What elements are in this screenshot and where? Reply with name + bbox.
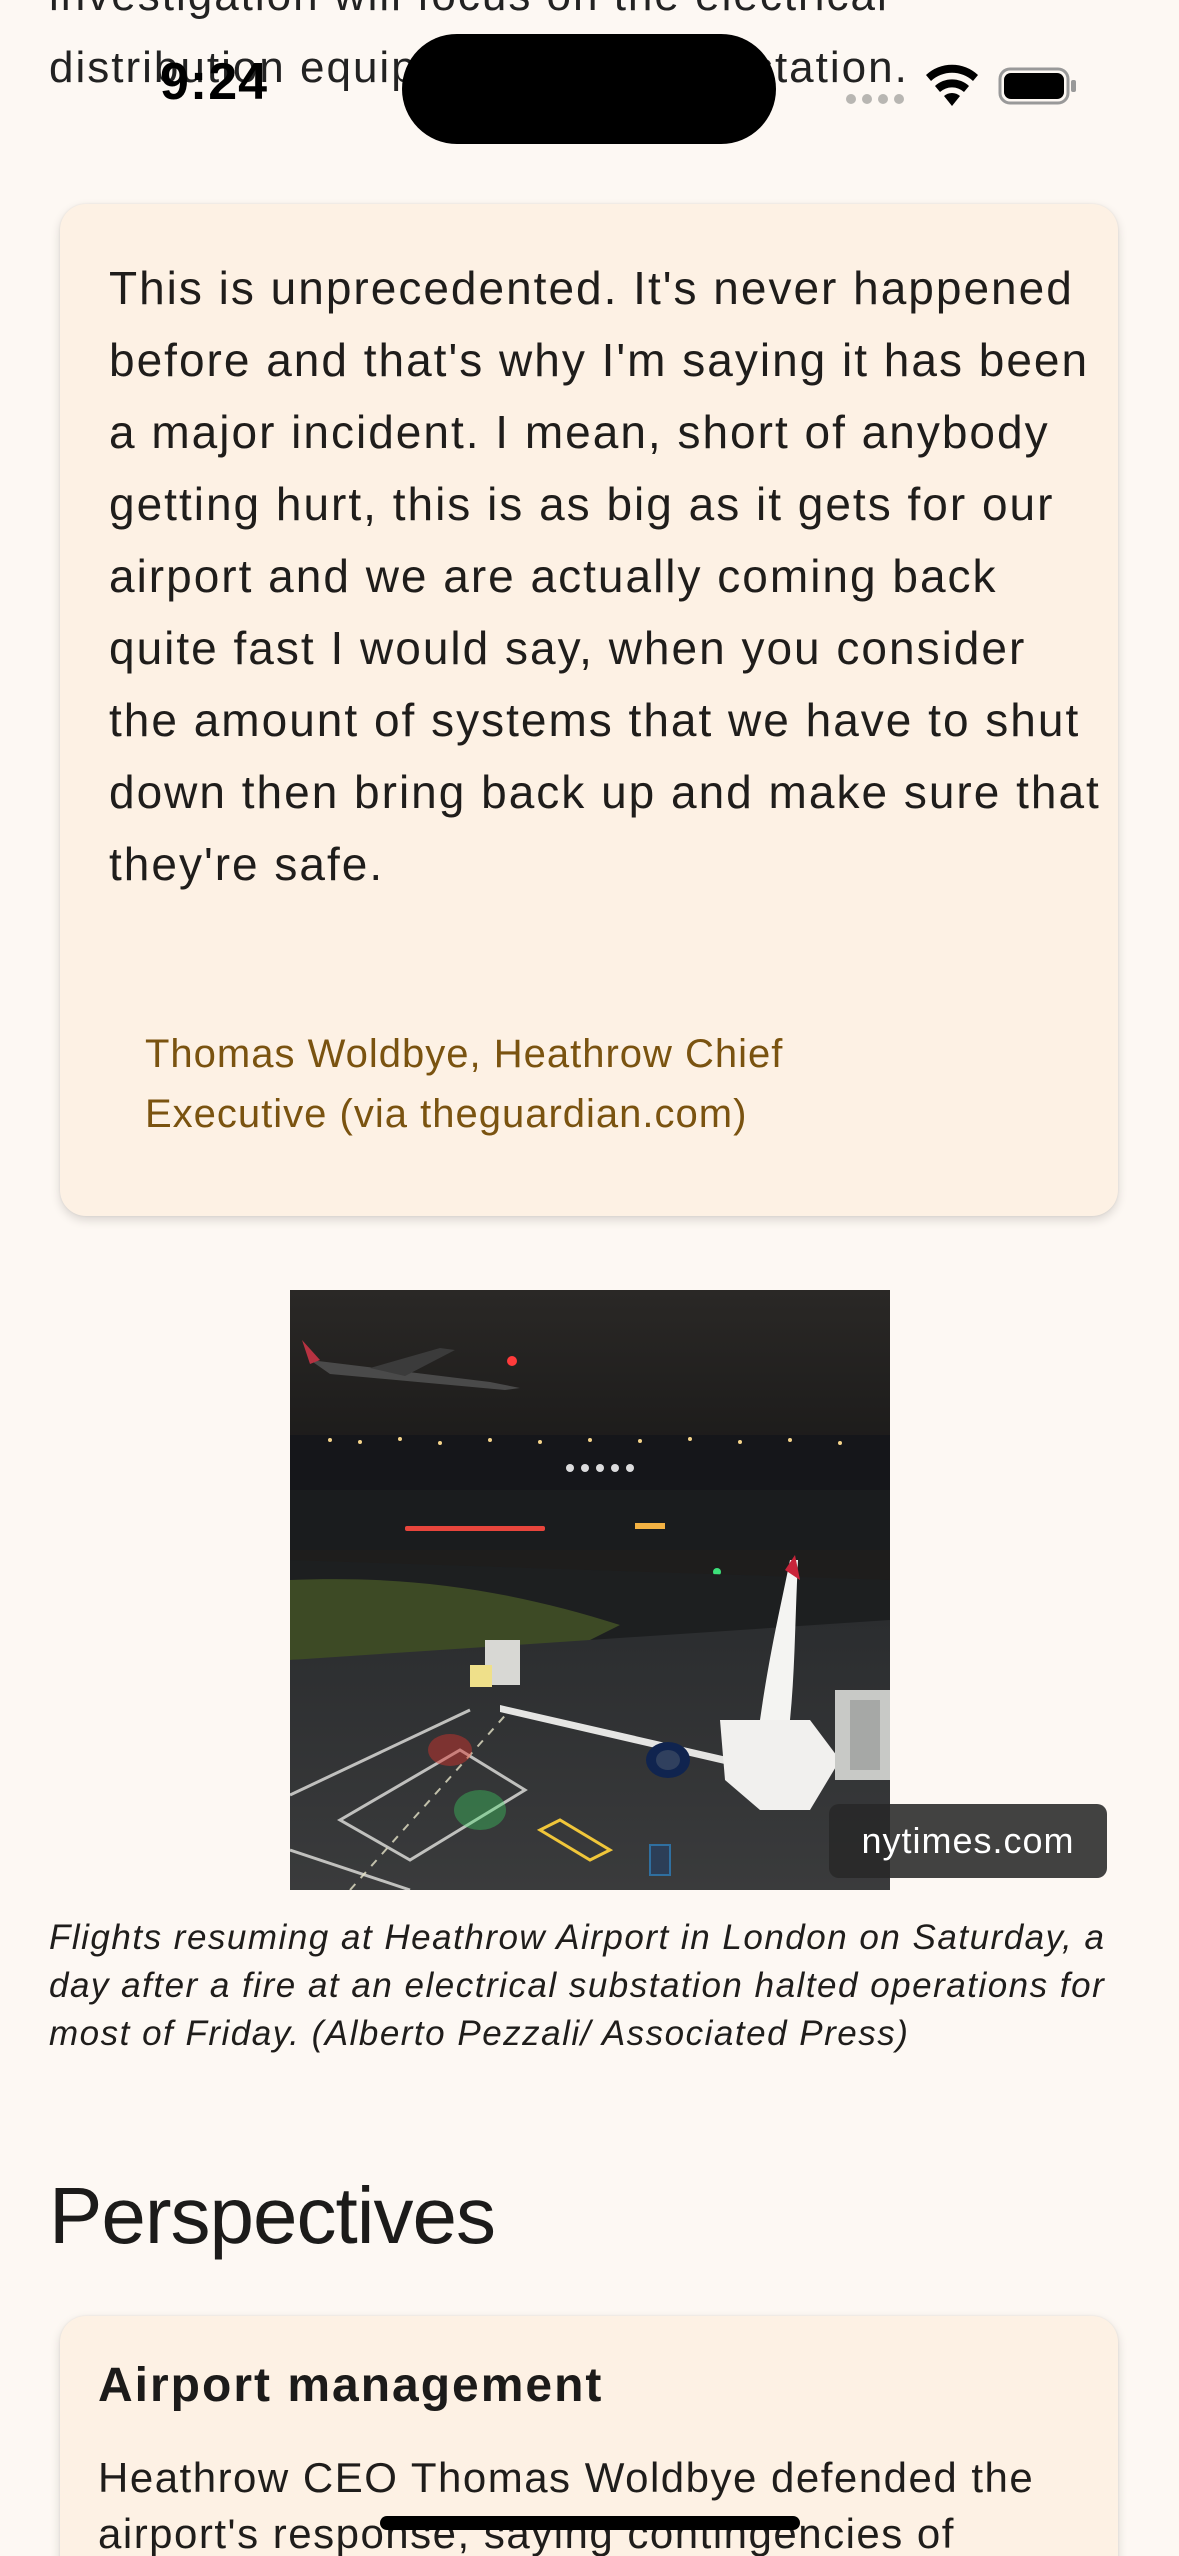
status-time: 9:24 xyxy=(160,53,269,111)
perspective-body: Heathrow CEO Thomas Woldbye defended the… xyxy=(98,2454,1035,2556)
image-caption: Flights resuming at Heathrow Airport in … xyxy=(49,1918,1106,2053)
home-indicator[interactable] xyxy=(380,2516,800,2530)
perspectives-heading: Perspectives xyxy=(49,2171,496,2260)
heathrow-night-photo xyxy=(290,1290,890,1890)
wifi-icon xyxy=(926,64,978,106)
article-photo[interactable] xyxy=(290,1290,890,1890)
quote-text: This is unprecedented. It's never happen… xyxy=(109,262,1101,890)
quote-attribution: Thomas Woldbye, Heathrow Chief Executive… xyxy=(145,1032,784,1136)
image-source-badge[interactable]: nytimes.com xyxy=(829,1804,1107,1878)
status-bar: 9:24 xyxy=(0,0,1179,170)
dynamic-island xyxy=(402,34,776,144)
quote-card: This is unprecedented. It's never happen… xyxy=(60,204,1118,1216)
perspective-title: Airport management xyxy=(98,2359,604,2412)
cellular-signal-icon xyxy=(846,94,904,104)
battery-icon xyxy=(998,67,1076,105)
